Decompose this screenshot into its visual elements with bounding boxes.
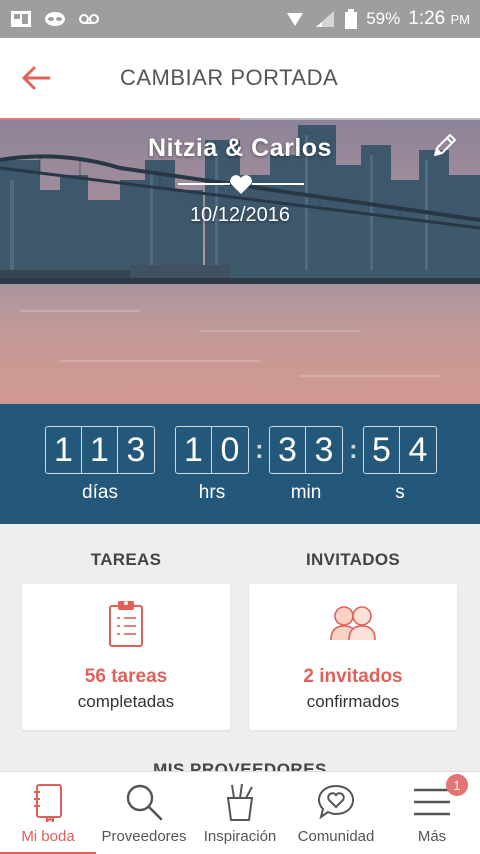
minutes-digit: 3 xyxy=(270,427,306,473)
seconds-label: s xyxy=(395,482,405,503)
countdown-minutes: 3 3 xyxy=(269,426,343,474)
tasks-count: 56 tareas xyxy=(84,666,168,687)
countdown-days: 1 1 3 xyxy=(45,426,155,474)
battery-percentage: 59% xyxy=(366,9,401,28)
arrow-left-icon xyxy=(22,66,51,90)
heart-icon xyxy=(230,175,252,194)
heart-chat-icon xyxy=(316,780,356,824)
hours-digit: 0 xyxy=(220,430,240,469)
seconds-digit: 4 xyxy=(408,430,428,469)
nav-item-comunidad[interactable]: Comunidad xyxy=(288,772,384,854)
guests-card[interactable]: 2 invitados confirmados xyxy=(249,584,457,730)
edit-cover-button[interactable] xyxy=(430,130,460,160)
data-saver-icon xyxy=(287,13,304,26)
countdown-seconds: 5 4 xyxy=(363,426,437,474)
notification-badge: 1 xyxy=(446,774,468,796)
mask-notification-icon xyxy=(45,12,65,26)
nav-item-mi-boda[interactable]: Mi boda xyxy=(0,772,96,854)
battery-icon xyxy=(345,9,358,29)
nav-label: Proveedores xyxy=(101,828,187,845)
guests-subtitle: confirmados xyxy=(306,692,400,711)
nav-label: Más xyxy=(417,828,447,845)
days-digit: 3 xyxy=(126,430,146,469)
couple-names: Nitzia & Carlos xyxy=(148,134,332,162)
days-digit: 1 xyxy=(46,427,82,473)
status-right: 59% 1:26 PM xyxy=(284,8,470,30)
countdown-panel: 1 1 3 1 0 : 3 3 : 5 4 días hrs min s xyxy=(0,404,480,524)
nav-item-inspiracion[interactable]: Inspiración xyxy=(192,772,288,854)
clock-ampm: PM xyxy=(450,12,471,27)
status-left-icons xyxy=(10,10,100,28)
pencil-cup-icon xyxy=(222,780,258,824)
hours-digit: 1 xyxy=(176,427,212,473)
notebook-icon xyxy=(31,780,65,824)
tasks-subtitle: completadas xyxy=(77,692,175,711)
hours-label: hrs xyxy=(198,482,226,503)
clock-time: 1:26 xyxy=(408,8,446,29)
colon-separator: : xyxy=(349,434,358,464)
summary-section: TAREAS INVITADOS 56 tareas completadas 2… xyxy=(0,524,480,779)
guests-title: INVITADOS xyxy=(305,550,400,569)
guests-couple-icon xyxy=(330,606,376,641)
page-title: CAMBIAR PORTADA xyxy=(120,65,339,90)
nav-label: Mi boda xyxy=(21,828,75,845)
tasks-title: TAREAS xyxy=(90,550,162,569)
app-header: CAMBIAR PORTADA xyxy=(0,38,480,120)
tasks-card[interactable]: 56 tareas completadas xyxy=(22,584,230,730)
guests-count: 2 invitados xyxy=(303,666,403,687)
cover-photo[interactable]: Nitzia & Carlos 10/12/2016 xyxy=(0,120,480,404)
days-digit: 1 xyxy=(82,427,118,473)
countdown-hours: 1 0 xyxy=(175,426,249,474)
bottom-navigation: Mi boda Proveedores Inspiración Comunida… xyxy=(0,771,480,854)
back-button[interactable] xyxy=(0,37,72,119)
clock: 1:26 PM xyxy=(408,8,470,30)
nav-label: Comunidad xyxy=(297,828,375,845)
nav-item-mas[interactable]: Más 1 xyxy=(384,772,480,854)
voicemail-icon xyxy=(79,14,99,24)
clipboard-icon xyxy=(109,601,143,647)
pencil-icon xyxy=(434,134,456,156)
days-label: días xyxy=(82,482,118,503)
gallery-notification-icon xyxy=(11,11,31,27)
nav-label: Inspiración xyxy=(203,828,277,845)
heart-divider xyxy=(178,175,304,194)
minutes-digit: 3 xyxy=(314,430,334,469)
colon-separator: : xyxy=(255,434,264,464)
search-icon xyxy=(124,780,164,824)
status-bar: 59% 1:26 PM xyxy=(0,0,480,38)
seconds-digit: 5 xyxy=(364,427,400,473)
nav-item-proveedores[interactable]: Proveedores xyxy=(96,772,192,854)
wedding-date: 10/12/2016 xyxy=(189,204,291,226)
signal-icon xyxy=(316,11,335,27)
minutes-label: min xyxy=(290,482,322,503)
